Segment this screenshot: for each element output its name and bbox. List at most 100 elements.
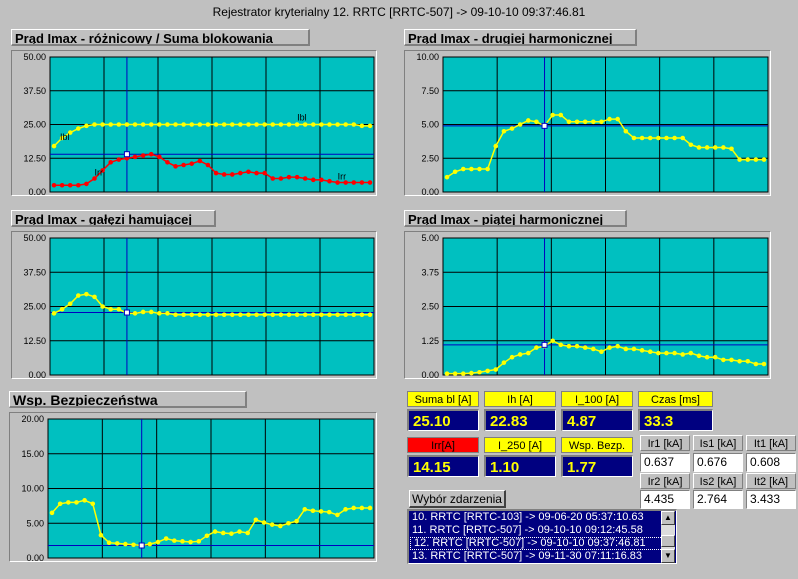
scroll-up-arrow-icon[interactable]: ▲ bbox=[661, 511, 675, 525]
data-point bbox=[197, 158, 203, 164]
data-point bbox=[213, 170, 219, 176]
indicator-value-wsp-bezp: 1.77 bbox=[561, 455, 633, 477]
event-list-item-selected[interactable]: 12. RRTC [RRTC-507] -> 09-10-10 09:37:46… bbox=[410, 537, 675, 550]
data-point bbox=[246, 169, 251, 175]
data-point bbox=[155, 539, 161, 545]
data-point bbox=[286, 174, 292, 180]
data-point bbox=[335, 512, 340, 518]
ka-value-it1: 0.608 bbox=[746, 453, 796, 472]
data-point bbox=[477, 166, 482, 172]
ka-value-ir1: 0.637 bbox=[640, 453, 690, 472]
data-point bbox=[319, 312, 324, 318]
data-point bbox=[131, 542, 136, 548]
data-point bbox=[326, 509, 332, 515]
data-point bbox=[221, 172, 227, 177]
data-point bbox=[165, 311, 170, 316]
data-point bbox=[157, 311, 162, 316]
ka-label-it1: It1 [kA] bbox=[746, 435, 796, 451]
data-point bbox=[197, 312, 203, 318]
data-point bbox=[132, 311, 138, 316]
data-point bbox=[220, 530, 226, 536]
data-point bbox=[631, 135, 637, 141]
data-point bbox=[493, 143, 499, 149]
data-point bbox=[270, 176, 276, 181]
y-tick-label: 12.50 bbox=[23, 336, 46, 346]
data-point bbox=[680, 352, 686, 357]
data-point bbox=[444, 371, 450, 376]
data-point bbox=[196, 539, 202, 544]
data-point bbox=[59, 306, 65, 312]
indicator-value-i250: 1.10 bbox=[484, 455, 556, 477]
ka-label-ir1: Ir1 [kA] bbox=[640, 435, 690, 451]
data-point bbox=[51, 143, 57, 149]
data-point bbox=[574, 119, 580, 125]
data-point bbox=[302, 507, 308, 512]
data-point bbox=[318, 509, 324, 514]
y-tick-label: 5.00 bbox=[421, 120, 439, 130]
indicator-value-i100: 4.87 bbox=[561, 409, 633, 431]
event-list-item[interactable]: 10. RRTC [RRTC-103] -> 09-06-20 05:37:10… bbox=[409, 511, 676, 524]
data-point bbox=[460, 371, 466, 376]
data-point bbox=[286, 312, 292, 318]
data-point bbox=[367, 505, 373, 511]
data-point bbox=[213, 122, 219, 127]
data-point bbox=[310, 122, 316, 127]
data-point bbox=[558, 112, 564, 118]
data-point bbox=[51, 311, 57, 316]
data-point bbox=[517, 352, 523, 357]
data-point bbox=[302, 176, 308, 181]
data-point bbox=[335, 312, 340, 318]
data-point bbox=[607, 345, 612, 350]
data-point bbox=[672, 350, 677, 356]
panel-title-2nd-harmonic: Prąd Imax - drugiej harmonicznej bbox=[404, 29, 637, 46]
data-point bbox=[469, 166, 474, 172]
data-point bbox=[460, 166, 466, 172]
event-list-scrollbar[interactable]: ▲ ▼ bbox=[661, 511, 675, 563]
data-point bbox=[591, 346, 596, 352]
data-point bbox=[517, 122, 523, 127]
event-list[interactable]: 10. RRTC [RRTC-103] -> 09-06-20 05:37:10… bbox=[407, 509, 677, 564]
scroll-thumb[interactable] bbox=[661, 535, 675, 547]
data-point bbox=[656, 135, 661, 141]
data-point bbox=[246, 312, 251, 318]
data-point bbox=[745, 157, 751, 162]
indicator-label-i100: I_100 [A] bbox=[561, 391, 633, 407]
event-list-item[interactable]: 11. RRTC [RRTC-507] -> 09-10-10 09:12:45… bbox=[409, 524, 676, 537]
data-point bbox=[197, 122, 203, 127]
data-point bbox=[165, 160, 170, 165]
data-point bbox=[367, 312, 373, 318]
data-point bbox=[534, 119, 539, 125]
data-point bbox=[615, 343, 620, 349]
data-point bbox=[212, 529, 218, 534]
y-tick-label: 37.50 bbox=[23, 86, 46, 96]
series-label: Ibl bbox=[297, 113, 307, 123]
ka-label-ir2: Ir2 [kA] bbox=[640, 473, 690, 489]
data-point bbox=[761, 361, 767, 367]
data-point bbox=[262, 312, 267, 318]
ka-label-is2: Is2 [kA] bbox=[693, 473, 743, 489]
window-title: Rejestrator kryterialny 12. RRTC [RRTC-5… bbox=[212, 5, 586, 19]
data-point bbox=[238, 122, 243, 127]
select-event-button[interactable]: Wybór zdarzenia bbox=[409, 490, 506, 508]
data-point bbox=[59, 182, 65, 188]
scroll-down-arrow-icon[interactable]: ▼ bbox=[661, 549, 675, 563]
data-point bbox=[254, 170, 259, 176]
data-point bbox=[74, 500, 79, 505]
data-point bbox=[729, 146, 734, 152]
data-point bbox=[286, 520, 291, 526]
data-point bbox=[140, 122, 146, 127]
data-point bbox=[116, 157, 122, 162]
data-point bbox=[76, 126, 81, 131]
data-point bbox=[189, 161, 195, 166]
data-point bbox=[278, 523, 283, 529]
data-point bbox=[310, 508, 316, 514]
data-point bbox=[672, 135, 677, 141]
y-tick-label: 20.00 bbox=[21, 414, 44, 424]
ka-label-is1: Is1 [kA] bbox=[693, 435, 743, 451]
data-point bbox=[148, 122, 154, 127]
data-point bbox=[254, 122, 259, 127]
indicator-value-irr: 14.15 bbox=[407, 455, 479, 477]
y-tick-label: 7.50 bbox=[421, 86, 439, 96]
event-list-item[interactable]: 13. RRTC [RRTC-507] -> 09-11-30 07:11:16… bbox=[409, 550, 676, 563]
data-point bbox=[525, 350, 531, 356]
